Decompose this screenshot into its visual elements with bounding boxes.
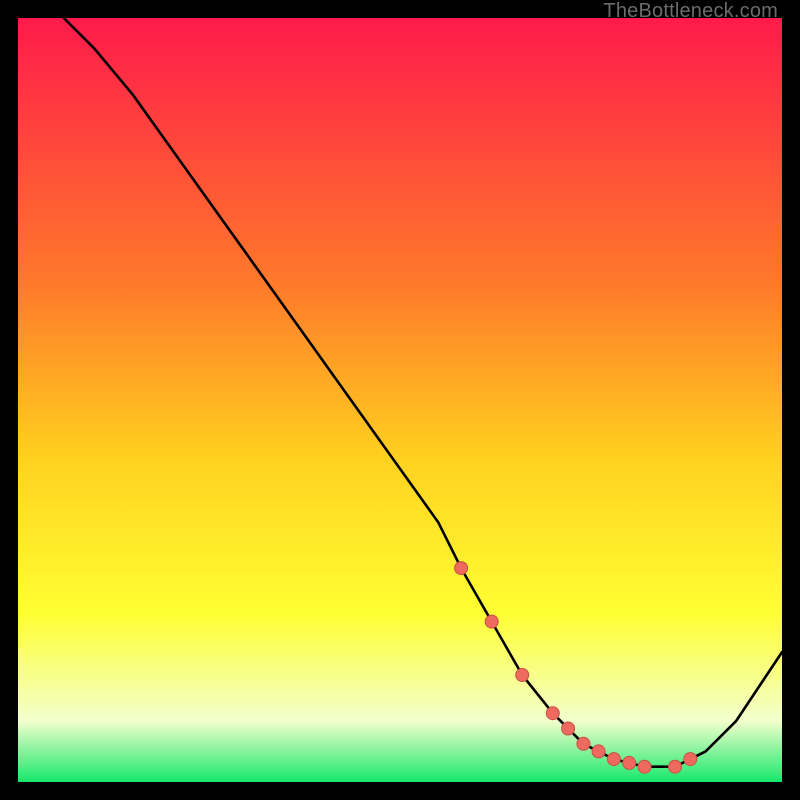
gradient-background: [18, 18, 782, 782]
marker-point: [669, 760, 682, 773]
marker-point: [485, 615, 498, 628]
marker-point: [684, 753, 697, 766]
marker-point: [577, 737, 590, 750]
marker-point: [638, 760, 651, 773]
marker-point: [592, 745, 605, 758]
marker-point: [455, 562, 468, 575]
marker-point: [546, 707, 559, 720]
marker-point: [562, 722, 575, 735]
chart-frame: [18, 18, 782, 782]
marker-point: [516, 669, 529, 682]
marker-point: [623, 756, 636, 769]
marker-point: [607, 753, 620, 766]
bottleneck-chart: [18, 18, 782, 782]
